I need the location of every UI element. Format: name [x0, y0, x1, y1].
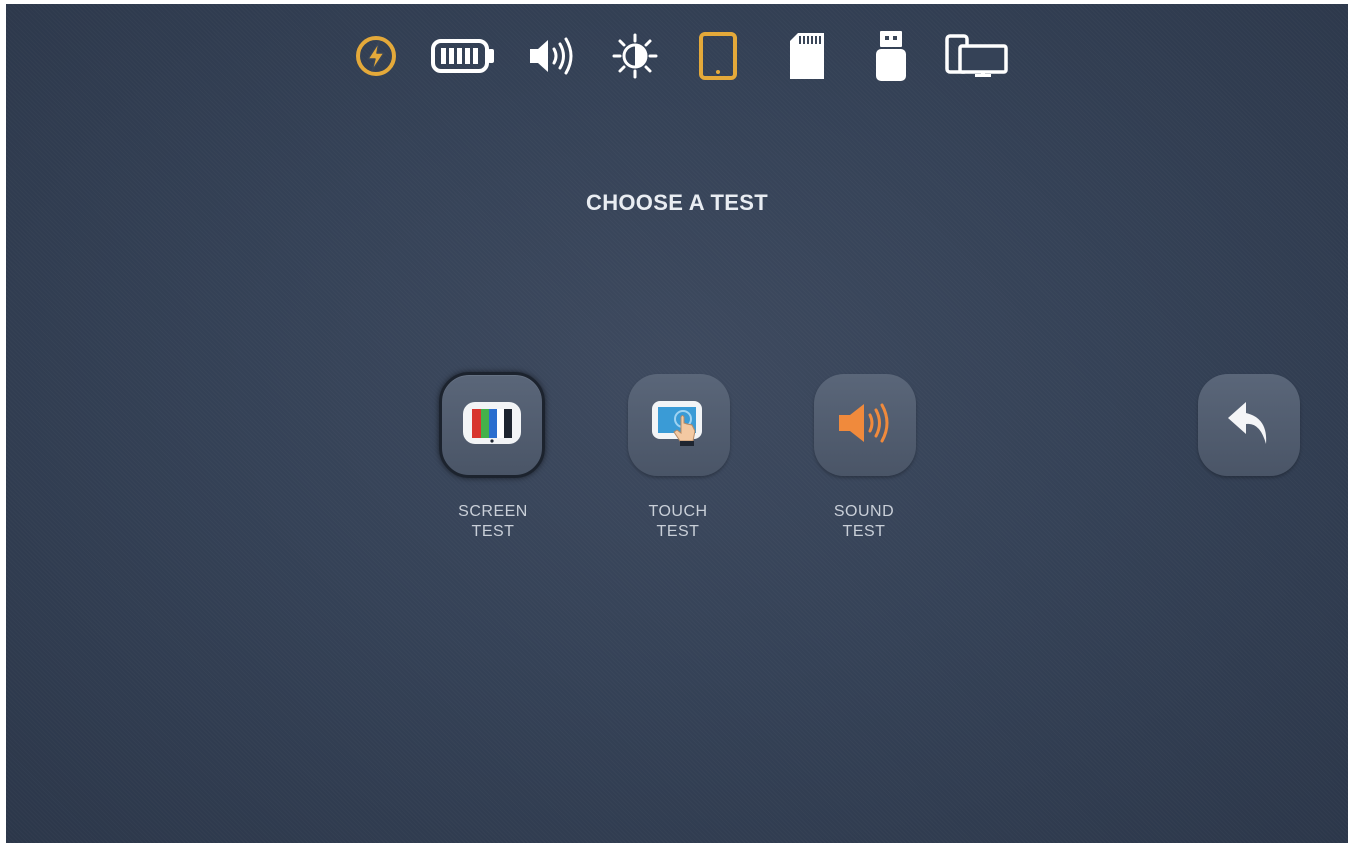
touch-test-button[interactable]	[628, 374, 730, 476]
display-mirror-icon[interactable]	[944, 30, 1010, 82]
battery-icon[interactable]	[430, 30, 496, 82]
power-icon[interactable]	[354, 30, 398, 82]
back-arrow-icon	[1222, 396, 1276, 455]
screen: CHOOSE A TEST SCREEN TEST TOUCH TEST SOU…	[6, 4, 1348, 843]
tv-color-bars-icon	[460, 396, 524, 455]
sound-test-label: SOUND TEST	[833, 503, 895, 540]
touch-test-label: TOUCH TEST	[648, 503, 708, 540]
sd-card-icon[interactable]	[788, 30, 826, 82]
status-bar	[6, 4, 1348, 114]
sound-test-button[interactable]	[814, 374, 916, 476]
screen-test-button[interactable]	[439, 372, 545, 478]
touch-screen-icon	[647, 393, 711, 458]
speaker-icon	[833, 398, 897, 453]
page-title: CHOOSE A TEST	[586, 190, 768, 215]
brightness-icon[interactable]	[610, 30, 660, 82]
volume-icon[interactable]	[526, 30, 578, 82]
tablet-icon[interactable]	[698, 30, 738, 82]
screen-test-label: SCREEN TEST	[458, 503, 528, 540]
usb-drive-icon[interactable]	[874, 30, 908, 82]
back-button[interactable]	[1198, 374, 1300, 476]
